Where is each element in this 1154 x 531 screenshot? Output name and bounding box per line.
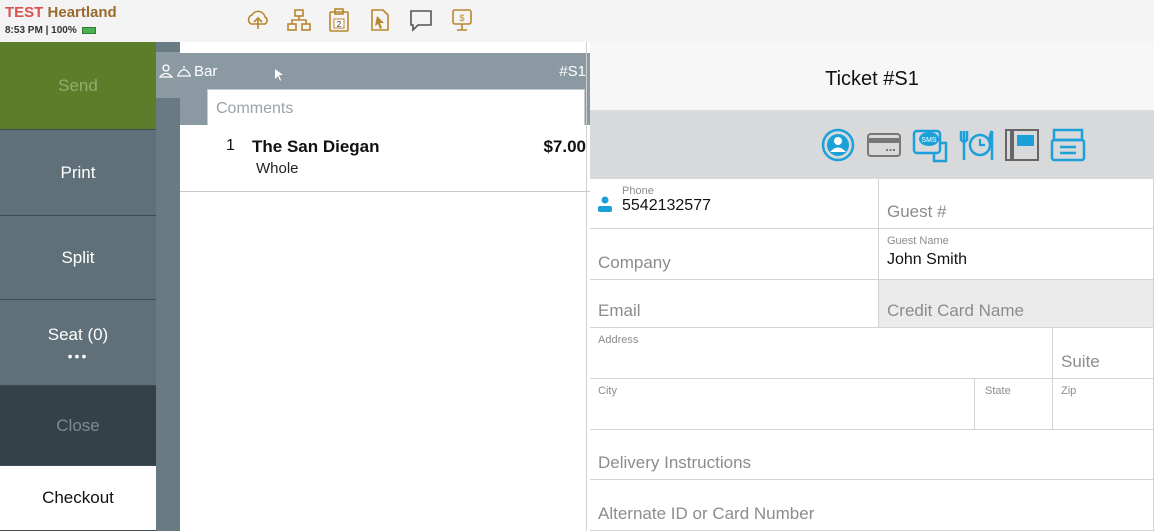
alternate-id-field[interactable]: Alternate ID or Card Number — [590, 480, 1154, 531]
close-button[interactable]: Close — [0, 386, 156, 466]
city-label: City — [598, 385, 617, 397]
send-label: Send — [58, 75, 98, 95]
cloud-upload-icon[interactable] — [245, 7, 271, 33]
address-label: Address — [598, 334, 639, 346]
zip-field[interactable]: Zip — [1053, 379, 1154, 430]
order-ticket-number: #S1 — [559, 63, 586, 80]
seat-button[interactable]: Seat (0) ••• — [0, 300, 156, 386]
item-quantity: 1 — [226, 137, 235, 154]
phone-label: Phone — [622, 185, 654, 197]
svg-text:$: $ — [459, 13, 464, 23]
split-button[interactable]: Split — [0, 216, 156, 300]
alternate-id-placeholder: Alternate ID or Card Number — [598, 504, 815, 523]
dining-clock-icon[interactable] — [958, 127, 994, 163]
brand-name: Heartland — [47, 4, 117, 21]
brand-status: TEST Heartland 8:53 PM | 100% — [0, 0, 163, 42]
send-button[interactable]: Send — [0, 42, 156, 130]
address-field[interactable]: Address — [590, 328, 1053, 379]
guest-name-label: Guest Name — [887, 235, 949, 247]
clock-time: 8:53 PM — [5, 25, 43, 36]
delivery-instructions-placeholder: Delivery Instructions — [598, 453, 752, 472]
state-field[interactable]: State — [975, 379, 1053, 430]
guest-name-field[interactable]: Guest Name John Smith — [879, 229, 1154, 280]
brand-test: TEST — [5, 4, 44, 21]
order-item[interactable]: 1 The San Diegan Whole $7.00 — [180, 125, 590, 192]
zip-label: Zip — [1061, 385, 1077, 397]
email-field[interactable]: Email — [590, 280, 879, 328]
item-price: $7.00 — [543, 137, 586, 156]
company-placeholder: Company — [598, 253, 671, 272]
item-modifier: Whole — [256, 160, 299, 177]
person-icon[interactable] — [159, 64, 173, 78]
item-name: The San Diegan — [252, 137, 380, 156]
split-label: Split — [61, 247, 95, 267]
mouse-pointer-icon — [275, 69, 283, 81]
ticket-title: Ticket #S1 — [825, 68, 919, 90]
chat-bubble-icon[interactable] — [408, 7, 434, 33]
battery-level: 100% — [51, 25, 77, 36]
suite-placeholder: Suite — [1061, 352, 1100, 371]
suite-field[interactable]: Suite — [1053, 328, 1154, 379]
document-cursor-icon[interactable] — [367, 7, 393, 33]
action-column: Send Print Split Seat (0) ••• Close Chec… — [0, 42, 156, 531]
guest-name-value: John Smith — [887, 251, 968, 268]
network-icon[interactable] — [286, 7, 312, 33]
customer-form: Phone 5542132577 Guest # Company Guest N… — [590, 179, 1154, 531]
order-panel: Bar #S1 Comments 1 The San Diegan Whole … — [159, 42, 590, 531]
receipt-printer-icon[interactable] — [1050, 127, 1086, 163]
clipboard-2-icon[interactable]: 2 — [326, 7, 352, 33]
svg-text:SMS: SMS — [921, 137, 937, 144]
sms-icon[interactable]: SMS — [912, 127, 948, 163]
seat-more-icon: ••• — [67, 347, 89, 364]
close-label: Close — [56, 415, 100, 435]
state-label: State — [985, 385, 1011, 397]
seat-label: Seat (0) — [47, 324, 109, 344]
print-label: Print — [60, 162, 96, 182]
checkout-label: Checkout — [42, 488, 114, 507]
service-bell-icon[interactable] — [176, 64, 192, 78]
menu-book-icon[interactable] — [1004, 127, 1040, 163]
credit-card-icon[interactable] — [866, 127, 902, 163]
pos-screen: TEST Heartland 8:53 PM | 100% 2 $ Send P… — [0, 0, 1154, 531]
credit-card-name-field[interactable]: Credit Card Name — [879, 280, 1154, 328]
checkout-button[interactable]: Checkout — [0, 466, 156, 531]
person-icon — [598, 196, 612, 212]
delivery-instructions-field[interactable]: Delivery Instructions — [590, 430, 1154, 480]
city-field[interactable]: City — [590, 379, 975, 430]
phone-value: 5542132577 — [622, 197, 711, 214]
brand-title: TEST Heartland — [5, 4, 117, 21]
ticket-panel: Ticket #S1 SMS Phone 5542132577 Guest # … — [590, 42, 1154, 531]
credit-card-name-placeholder: Credit Card Name — [887, 301, 1024, 320]
ticket-action-bar: SMS — [590, 111, 1154, 179]
print-button[interactable]: Print — [0, 130, 156, 216]
ticket-header: Ticket #S1 — [590, 42, 1154, 111]
seat-strip[interactable] — [156, 42, 180, 531]
comments-input[interactable]: Comments — [207, 89, 585, 129]
guest-number-placeholder: Guest # — [887, 202, 947, 221]
loyalty-icon[interactable] — [820, 127, 856, 163]
panel-divider — [586, 42, 587, 531]
status-line: 8:53 PM | 100% — [5, 25, 96, 36]
tip-jar-icon[interactable]: $ — [449, 7, 475, 33]
top-toolbar: 2 $ — [163, 0, 1154, 42]
guest-number-field[interactable]: Guest # — [879, 179, 1154, 229]
company-field[interactable]: Company — [590, 229, 879, 280]
order-location[interactable]: Bar — [194, 63, 217, 80]
phone-field[interactable]: Phone 5542132577 — [590, 179, 879, 229]
email-placeholder: Email — [598, 301, 641, 320]
clipboard-badge: 2 — [337, 20, 342, 29]
battery-icon — [81, 26, 96, 34]
